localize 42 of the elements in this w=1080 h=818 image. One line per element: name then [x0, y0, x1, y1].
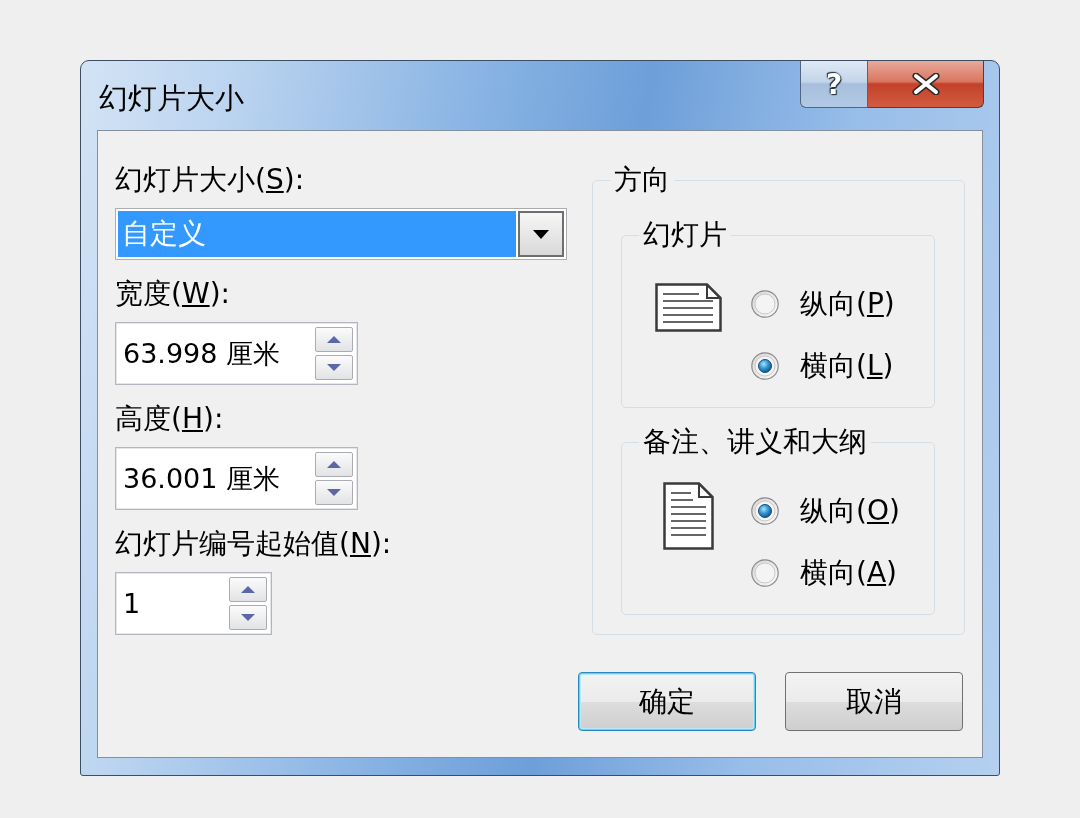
down-triangle-icon [327, 364, 341, 371]
radio-button[interactable] [751, 290, 779, 318]
spinbox-value: 1 [122, 588, 142, 619]
dropdown-arrow-button[interactable] [518, 211, 564, 257]
down-triangle-icon [327, 489, 341, 496]
radio-button[interactable] [751, 497, 779, 525]
spin-down-button[interactable] [315, 355, 353, 380]
dialog-button[interactable]: 取消 [785, 672, 963, 731]
up-triangle-icon [327, 336, 341, 343]
caret-icon [533, 229, 549, 239]
dropdown-value: 自定义 [118, 211, 516, 257]
spinbox-value: 36.001 厘米 [122, 461, 282, 496]
up-triangle-icon [327, 461, 341, 468]
number-spinbox[interactable]: 1 [115, 572, 272, 635]
group-title: 幻灯片 [642, 220, 728, 250]
radio-label[interactable]: 纵向(O) [800, 492, 900, 530]
spin-down-button[interactable] [315, 480, 353, 505]
window-title: 幻灯片大小 [99, 80, 245, 115]
field-label: 幻灯片大小(S): [115, 165, 305, 195]
radio-button[interactable] [751, 352, 779, 380]
number-spinbox[interactable]: 63.998 厘米 [115, 322, 358, 385]
group-title: 方向 [613, 165, 671, 195]
field-label: 高度(H): [115, 404, 224, 434]
number-spinbox[interactable]: 36.001 厘米 [115, 447, 358, 510]
close-icon [910, 73, 941, 95]
spin-up-button[interactable] [315, 452, 353, 477]
radio-button[interactable] [751, 559, 779, 587]
spin-up-button[interactable] [229, 577, 267, 602]
radio-label[interactable]: 横向(L) [800, 347, 894, 385]
dialog-button[interactable]: 确定 [578, 672, 756, 731]
landscape-page-icon [655, 283, 722, 332]
up-triangle-icon [241, 586, 255, 593]
spin-down-button[interactable] [229, 605, 267, 630]
down-triangle-icon [241, 614, 255, 621]
portrait-page-icon [663, 482, 714, 550]
spin-up-button[interactable] [315, 327, 353, 352]
field-label: 幻灯片编号起始值(N): [115, 529, 392, 559]
spinbox-value: 63.998 厘米 [122, 336, 282, 371]
field-label: 宽度(W): [115, 279, 230, 309]
radio-label[interactable]: 横向(A) [800, 554, 898, 592]
close-button[interactable] [868, 61, 984, 108]
group-title: 备注、讲义和大纲 [642, 427, 868, 457]
